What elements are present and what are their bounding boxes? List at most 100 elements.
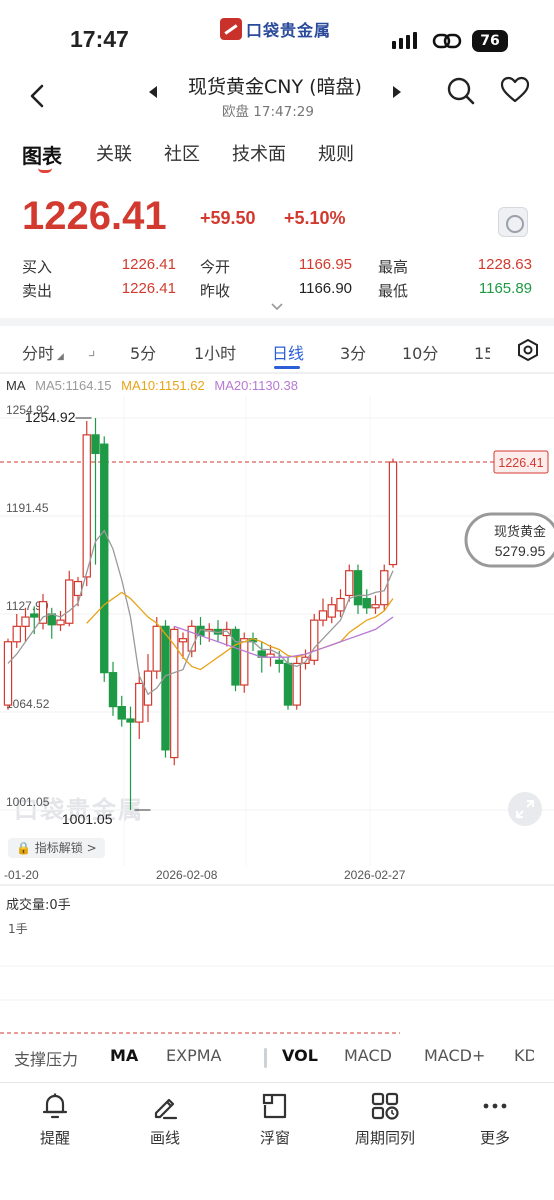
candle-body	[283, 662, 293, 706]
candle-body	[108, 672, 118, 708]
nav-more[interactable]: 更多	[440, 1091, 550, 1148]
period-3min[interactable]: 3分	[340, 340, 366, 364]
candle-body	[117, 706, 126, 720]
candle-body	[3, 641, 13, 706]
quote-stats: 买入 1226.41 今开 1166.95 最高 1228.63 卖出 1226…	[0, 256, 554, 300]
next-instrument-button[interactable]	[392, 84, 402, 103]
period-1h[interactable]: 1小时	[194, 340, 236, 364]
pen-icon	[154, 1098, 178, 1120]
high-marker-label: 1254.92	[25, 409, 76, 425]
y-tick-label: 1191.45	[6, 501, 49, 515]
candle-body	[126, 718, 135, 723]
candle-body	[275, 659, 284, 664]
candle-body	[310, 619, 319, 661]
tab-rules[interactable]: 规则	[318, 140, 354, 166]
logo-text: 口袋贵金属	[246, 21, 332, 40]
period-daily[interactable]: 日线	[272, 340, 304, 364]
chevron-down-icon[interactable]	[270, 302, 284, 312]
nav-more-label: 更多	[479, 1129, 510, 1147]
candle-body	[152, 625, 161, 672]
indicator-ma[interactable]: MA	[110, 1046, 138, 1065]
indicator-kdj[interactable]: KDJ	[514, 1046, 534, 1065]
volume-label: 成交量:0手	[6, 898, 71, 913]
nav-float[interactable]: 浮窗	[220, 1091, 330, 1148]
ma-legend: MA MA5:1164.15 MA10:1151.62 MA20:1130.38	[6, 378, 304, 393]
tab-chart[interactable]: 图表	[22, 140, 62, 169]
candle-body	[327, 604, 336, 618]
candle-body	[65, 579, 74, 624]
buy-value: 1226.41	[121, 256, 176, 273]
x-label-mid: 2026-02-08	[156, 868, 218, 882]
low-marker-label: 1001.05	[62, 811, 113, 827]
active-tab-indicator	[38, 168, 52, 173]
floating-window-icon	[262, 1093, 287, 1119]
grid-clock-icon	[371, 1092, 399, 1120]
chart-settings-icon[interactable]	[516, 338, 540, 362]
candle-body	[345, 570, 354, 597]
candle-body	[178, 638, 188, 643]
prev-close-value: 1166.90	[298, 280, 352, 297]
search-icon[interactable]	[446, 76, 476, 106]
instrument-title: 现货黄金CNY (暗盘)	[188, 76, 362, 98]
price-change-percent: +5.10%	[284, 208, 346, 228]
lock-icon: 🔒	[16, 841, 31, 855]
y-tick-label: 1064.52	[6, 697, 50, 711]
indicator-unlock-button[interactable]: 🔒 指标解锁 >	[8, 838, 105, 858]
indicator-macd-plus[interactable]: MACD+	[424, 1046, 485, 1065]
indicator-divider	[264, 1048, 267, 1068]
period-15min[interactable]: 15分	[474, 340, 490, 364]
indicator-vol[interactable]: VOL	[282, 1046, 318, 1065]
period-10min[interactable]: 10分	[402, 340, 438, 364]
indicator-macd[interactable]: MACD	[344, 1046, 392, 1065]
indicator-support-resistance[interactable]: 支撑压力	[14, 1046, 78, 1070]
candle-body	[135, 682, 144, 723]
nav-alert[interactable]: 提醒	[0, 1091, 110, 1148]
session-time: 欧盘 17:47:29	[222, 104, 314, 120]
battery-indicator: 76	[472, 30, 508, 52]
candle-body	[12, 625, 21, 643]
current-price-tag: 1226.41	[498, 456, 543, 470]
y-tick-label: 1001.05	[6, 795, 50, 809]
status-bar: 17:47 口袋贵金属 76	[0, 0, 554, 70]
candle-body	[100, 443, 109, 674]
quote-settings-icon[interactable]	[498, 207, 528, 237]
nav-draw[interactable]: 画线	[110, 1091, 220, 1148]
candle-body	[388, 461, 398, 566]
back-button[interactable]	[26, 78, 50, 114]
logo-icon	[220, 18, 242, 40]
open-value: 1166.95	[298, 256, 352, 273]
x-label-end: 2026-02-27	[344, 868, 406, 882]
bottom-toolbar: 提醒 画线 浮窗 周期同列 更多	[0, 1082, 554, 1200]
section-divider	[0, 318, 554, 326]
nav-period-compare[interactable]: 周期同列	[330, 1091, 440, 1148]
sell-value: 1226.41	[121, 280, 176, 297]
tab-technical[interactable]: 技术面	[232, 140, 286, 166]
fullscreen-button[interactable]	[508, 792, 542, 826]
last-price: 1226.41	[22, 194, 167, 238]
candle-body	[21, 616, 30, 627]
nav-period-compare-label: 周期同列	[354, 1129, 415, 1147]
candle-body	[47, 613, 56, 626]
ma20-value: MA20:1130.38	[214, 378, 298, 393]
nav-float-label: 浮窗	[259, 1129, 290, 1147]
candle-body	[240, 638, 249, 686]
period-timeshare[interactable]: 分时 ◢	[22, 340, 64, 364]
volume-chart	[0, 965, 554, 1034]
ma20-line	[174, 616, 394, 658]
candle-body	[30, 613, 39, 618]
prev-instrument-button[interactable]	[148, 84, 158, 103]
candle-body	[336, 597, 345, 612]
indicator-expma[interactable]: EXPMA	[166, 1046, 221, 1065]
period-divider: ⌟	[88, 340, 96, 359]
tab-community[interactable]: 社区	[164, 140, 200, 166]
content-tabs: 图表 关联 社区 技术面 规则	[0, 138, 554, 178]
candle-body	[292, 662, 301, 706]
sell-label: 卖出	[22, 283, 53, 300]
link-icon	[432, 33, 462, 49]
candlestick-chart[interactable]: 1254.921191.451127.991064.521001.051226.…	[0, 396, 554, 866]
tab-related[interactable]: 关联	[96, 140, 132, 166]
chart-top-divider	[0, 372, 554, 374]
period-5min[interactable]: 5分	[130, 340, 156, 364]
unlock-label: 指标解锁 >	[34, 841, 97, 855]
heart-icon[interactable]	[500, 76, 530, 104]
